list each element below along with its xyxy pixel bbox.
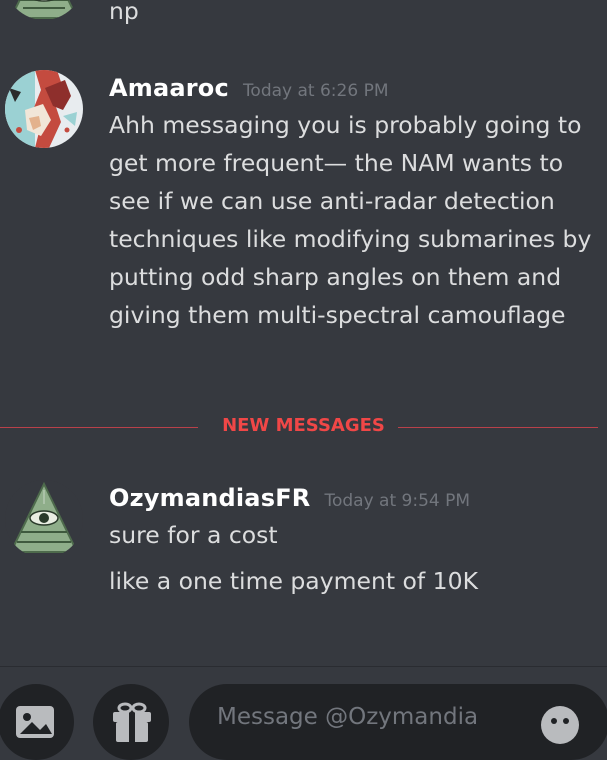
emoji-button[interactable] [541,706,579,744]
divider-label: NEW MESSAGES [222,415,385,436]
avatar[interactable] [5,70,83,148]
timestamp: Today at 9:54 PM [324,491,471,511]
avatar[interactable] [5,480,83,558]
new-messages-divider: NEW MESSAGES [0,412,607,444]
emoji-icon [551,718,569,724]
timestamp: Today at 6:26 PM [242,81,389,101]
message-text: np [109,0,139,25]
message-header: OzymandiasFR Today at 9:54 PM [109,484,597,516]
gift-button[interactable] [93,684,169,760]
message-text: Ahh messaging you is probably going to g… [109,111,592,329]
image-upload-icon [16,706,54,738]
message-input-placeholder: Message @Ozymandia [217,704,479,730]
upload-button[interactable] [0,684,74,760]
composer-bar: Message @Ozymandia [0,666,607,760]
message-header: Amaaroc Today at 6:26 PM [109,74,597,106]
username[interactable]: OzymandiasFR [109,484,310,512]
username[interactable]: Amaaroc [109,74,229,102]
divider-line-right [398,427,598,428]
message-text: sure for a cost [109,521,278,549]
fox-art-avatar-icon [5,70,83,148]
gift-icon [113,702,151,742]
eye-pyramid-icon [5,480,83,558]
eye-pyramid-icon [5,0,83,20]
message-text: like a one time payment of 10K [109,567,478,595]
chat-messages: np Amaaroc Today at 6:26 PM Ahh messagin… [0,0,607,666]
pyramid-avatar[interactable] [5,0,83,20]
